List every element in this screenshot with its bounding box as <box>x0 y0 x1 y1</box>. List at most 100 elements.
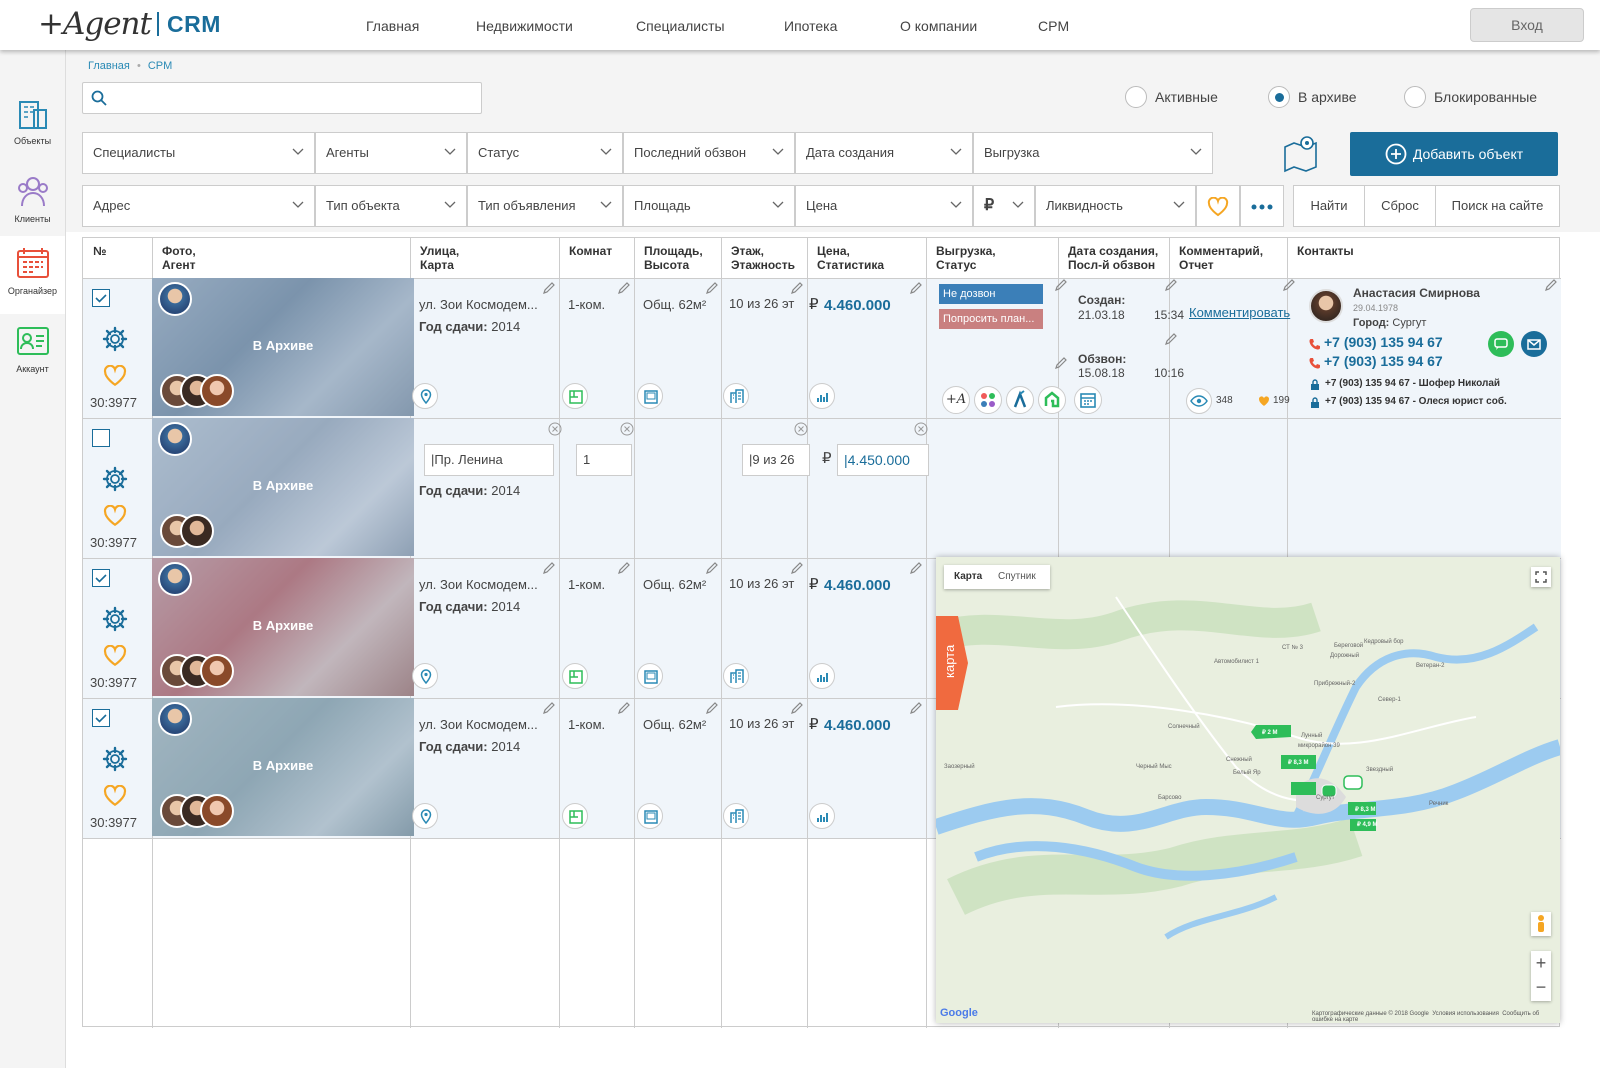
edit-button[interactable] <box>617 701 631 715</box>
building-button[interactable] <box>723 663 749 689</box>
sidebar-item-clients[interactable]: Клиенты <box>0 164 65 242</box>
favorite-button[interactable] <box>103 504 127 530</box>
column-header[interactable]: Выгрузка, Статус <box>936 244 996 272</box>
settings-button[interactable] <box>101 605 129 636</box>
column-header[interactable]: Этаж, Этажность <box>731 244 795 272</box>
search-input[interactable] <box>82 82 482 114</box>
edit-button[interactable] <box>1164 332 1178 346</box>
floorplan-button[interactable] <box>562 383 588 409</box>
zoom-out-button[interactable]: − <box>1531 976 1551 1001</box>
rooms-input[interactable]: 1 <box>576 444 632 476</box>
edit-button[interactable] <box>617 281 631 295</box>
edit-button[interactable] <box>790 561 804 575</box>
clear-button[interactable] <box>548 422 562 439</box>
floorplan-button[interactable] <box>562 663 588 689</box>
fullscreen-button[interactable] <box>1531 567 1551 587</box>
edit-button[interactable] <box>1544 278 1558 292</box>
filter-dropdown[interactable]: Агенты <box>315 132 467 174</box>
settings-button[interactable] <box>101 465 129 496</box>
clear-button[interactable] <box>794 422 808 439</box>
agent-avatar[interactable] <box>158 422 192 456</box>
photos-button[interactable] <box>637 803 663 829</box>
edit-button[interactable] <box>542 701 556 715</box>
column-header[interactable]: Площадь, Высота <box>644 244 703 272</box>
column-header[interactable]: Фото, Агент <box>162 244 196 272</box>
chat-button[interactable] <box>1488 331 1514 357</box>
map-location-button[interactable] <box>412 663 438 689</box>
favorite-button[interactable] <box>103 784 127 810</box>
map-canvas[interactable] <box>936 557 1560 1023</box>
map-type-satellite[interactable]: Спутник <box>998 571 1036 582</box>
find-button[interactable]: Найти <box>1293 185 1365 227</box>
nav-cpm[interactable]: CPM <box>1038 18 1069 34</box>
zoom-in-button[interactable]: + <box>1531 951 1551 976</box>
filter-dropdown[interactable]: Статус <box>467 132 623 174</box>
edit-button[interactable] <box>705 701 719 715</box>
comment-link[interactable]: Комментировать <box>1189 305 1290 320</box>
filter-dropdown[interactable]: Тип объекта <box>315 185 467 227</box>
filter-dropdown[interactable]: Выгрузка <box>973 132 1213 174</box>
nav-specialists[interactable]: Специалисты <box>636 18 725 34</box>
edit-button[interactable] <box>542 561 556 575</box>
row-checkbox[interactable] <box>92 429 110 447</box>
object-photo[interactable]: В Архиве <box>152 558 414 696</box>
row-checkbox[interactable] <box>92 709 110 727</box>
views-button[interactable] <box>1186 388 1212 414</box>
street-input[interactable]: |Пр. Ленина <box>424 444 554 476</box>
price-marker[interactable]: ₽ 2 М <box>1262 729 1278 736</box>
nav-mortgage[interactable]: Ипотека <box>784 18 837 34</box>
price-marker[interactable]: ₽ 4,9 М <box>1357 821 1378 828</box>
filter-dropdown[interactable]: Адрес <box>82 185 315 227</box>
object-photo[interactable]: В Архиве <box>152 698 414 836</box>
contact-phone2[interactable]: +7 (903) 135 94 67 <box>1324 353 1443 369</box>
filter-dropdown[interactable]: Цена <box>795 185 973 227</box>
domclick-upload-icon[interactable] <box>1038 386 1066 414</box>
building-button[interactable] <box>723 803 749 829</box>
favorite-button[interactable] <box>103 644 127 670</box>
filter-dropdown[interactable]: Специалисты <box>82 132 315 174</box>
edit-button[interactable] <box>790 701 804 715</box>
statistics-button[interactable] <box>809 383 835 409</box>
map-panel[interactable]: Карта Спутник + − Google Картографически… <box>936 557 1560 1023</box>
team-avatar[interactable] <box>200 794 234 828</box>
edit-button[interactable] <box>909 701 923 715</box>
statistics-button[interactable] <box>809 663 835 689</box>
map-location-button[interactable] <box>412 803 438 829</box>
sidebar-item-account[interactable]: Аккаунт <box>0 314 65 392</box>
radio-blocked[interactable]: Блокированные <box>1404 86 1537 108</box>
reset-button[interactable]: Сброс <box>1364 185 1436 227</box>
edit-button[interactable] <box>1164 278 1178 292</box>
floor-input[interactable]: |9 из 26 <box>742 444 810 476</box>
status-tag-plan[interactable]: Попросить план... <box>939 309 1043 329</box>
team-avatar[interactable] <box>200 374 234 408</box>
filter-dropdown[interactable]: ₽ <box>973 185 1035 227</box>
edit-button[interactable] <box>909 281 923 295</box>
cian-upload-icon[interactable] <box>1006 386 1034 414</box>
edit-button[interactable] <box>705 561 719 575</box>
radio-active[interactable]: Активные <box>1125 86 1218 108</box>
map-location-button[interactable] <box>412 383 438 409</box>
breadcrumb-home[interactable]: Главная <box>88 60 130 72</box>
map-terms[interactable]: Условия использования <box>1432 1011 1499 1017</box>
radio-archive[interactable]: В архиве <box>1268 86 1357 108</box>
photos-button[interactable] <box>637 663 663 689</box>
agent-avatar[interactable] <box>158 562 192 596</box>
edit-button[interactable] <box>1054 278 1068 292</box>
filter-dropdown[interactable]: Дата создания <box>795 132 973 174</box>
edit-button[interactable] <box>1282 278 1296 292</box>
photos-button[interactable] <box>637 383 663 409</box>
edit-button[interactable] <box>542 281 556 295</box>
edit-button[interactable] <box>617 561 631 575</box>
team-avatar[interactable] <box>180 514 214 548</box>
filter-dropdown[interactable]: Ликвидность <box>1035 185 1196 227</box>
column-header[interactable]: Комментарий, Отчет <box>1179 244 1263 272</box>
agent-avatar[interactable] <box>158 282 192 316</box>
settings-button[interactable] <box>101 745 129 776</box>
floorplan-button[interactable] <box>562 803 588 829</box>
contact-phone1[interactable]: +7 (903) 135 94 67 <box>1324 334 1443 350</box>
column-header[interactable]: Улица, Карта <box>420 244 459 272</box>
row-checkbox[interactable] <box>92 289 110 307</box>
agent-upload-icon[interactable]: +A <box>942 386 970 414</box>
site-search-button[interactable]: Поиск на сайте <box>1435 185 1560 227</box>
object-photo[interactable]: В Архиве <box>152 278 414 416</box>
